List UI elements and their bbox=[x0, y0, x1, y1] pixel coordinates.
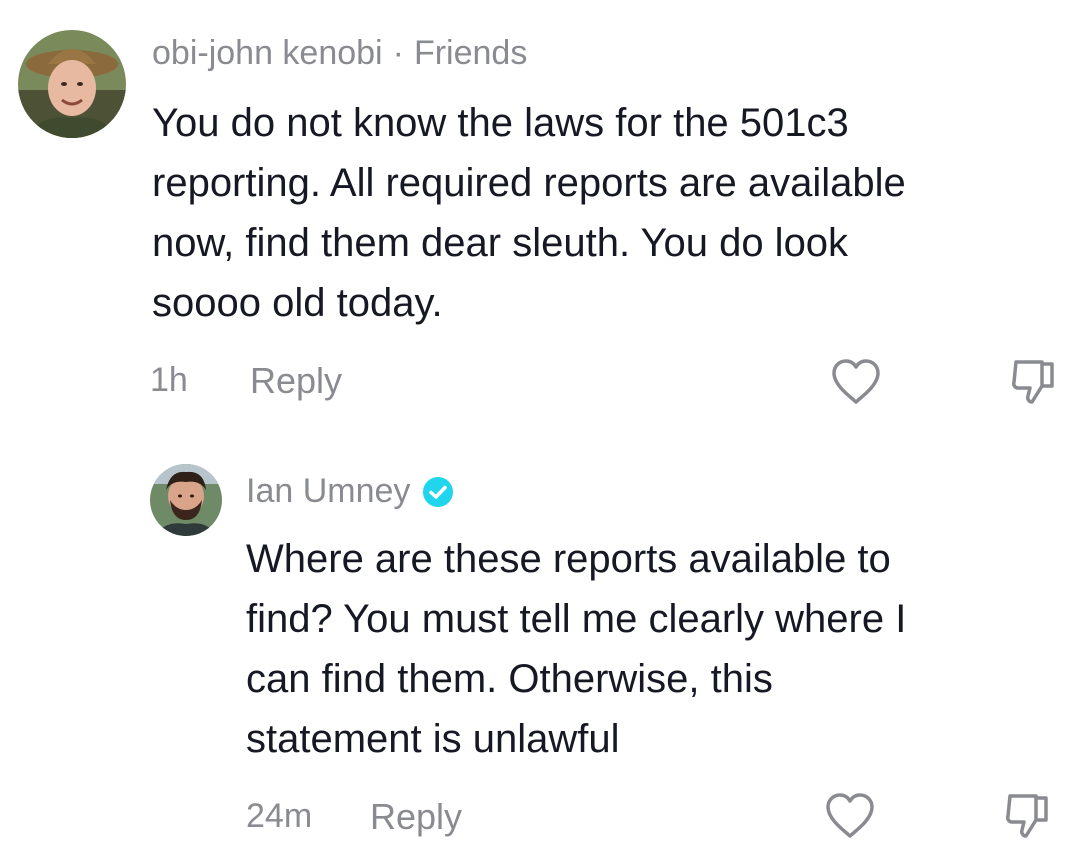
user-avatar[interactable] bbox=[150, 464, 222, 536]
comment-text-line: find? You must tell me clearly where I bbox=[246, 597, 907, 641]
comment-text-line: now, find them dear sleuth. You do look bbox=[152, 221, 849, 265]
username-row: Ian Umney bbox=[246, 472, 454, 511]
heart-outline-icon bbox=[832, 359, 880, 404]
reply-button[interactable]: Reply bbox=[250, 360, 342, 402]
user-avatar[interactable] bbox=[18, 30, 126, 138]
relation-label: Friends bbox=[413, 34, 528, 72]
comment-time: 24m bbox=[246, 797, 313, 835]
comment-text: You do not know the laws for the 501c3 r… bbox=[152, 93, 1072, 333]
like-button[interactable] bbox=[824, 792, 876, 840]
username[interactable]: Ian Umney bbox=[246, 472, 410, 511]
comment-text-line: can find them. Otherwise, this bbox=[246, 657, 773, 701]
dislike-button[interactable] bbox=[1008, 356, 1060, 408]
verified-badge-icon bbox=[422, 476, 454, 508]
comment-time: 1h bbox=[150, 361, 188, 399]
comment-text-line: soooo old today. bbox=[152, 281, 443, 325]
separator: · bbox=[392, 34, 404, 72]
dislike-button[interactable] bbox=[1002, 790, 1054, 842]
heart-outline-icon bbox=[826, 793, 874, 838]
reply-button[interactable]: Reply bbox=[370, 796, 462, 838]
thumbs-down-icon bbox=[1006, 794, 1048, 838]
like-button[interactable] bbox=[830, 358, 882, 406]
comment-text-line: Where are these reports available to bbox=[246, 537, 891, 581]
comment-text-line: statement is unlawful bbox=[246, 717, 620, 761]
bearded-man-icon bbox=[150, 464, 222, 536]
comment-text-line: reporting. All required reports are avai… bbox=[152, 161, 906, 205]
username-row: obi-john kenobi · Friends bbox=[152, 34, 527, 73]
person-with-hat-icon bbox=[18, 30, 126, 138]
username[interactable]: obi-john kenobi bbox=[152, 34, 383, 73]
comment-text: Where are these reports available to fin… bbox=[246, 529, 1076, 769]
thumbs-down-icon bbox=[1012, 360, 1054, 404]
comment-text-line: You do not know the laws for the 501c3 bbox=[152, 101, 849, 145]
